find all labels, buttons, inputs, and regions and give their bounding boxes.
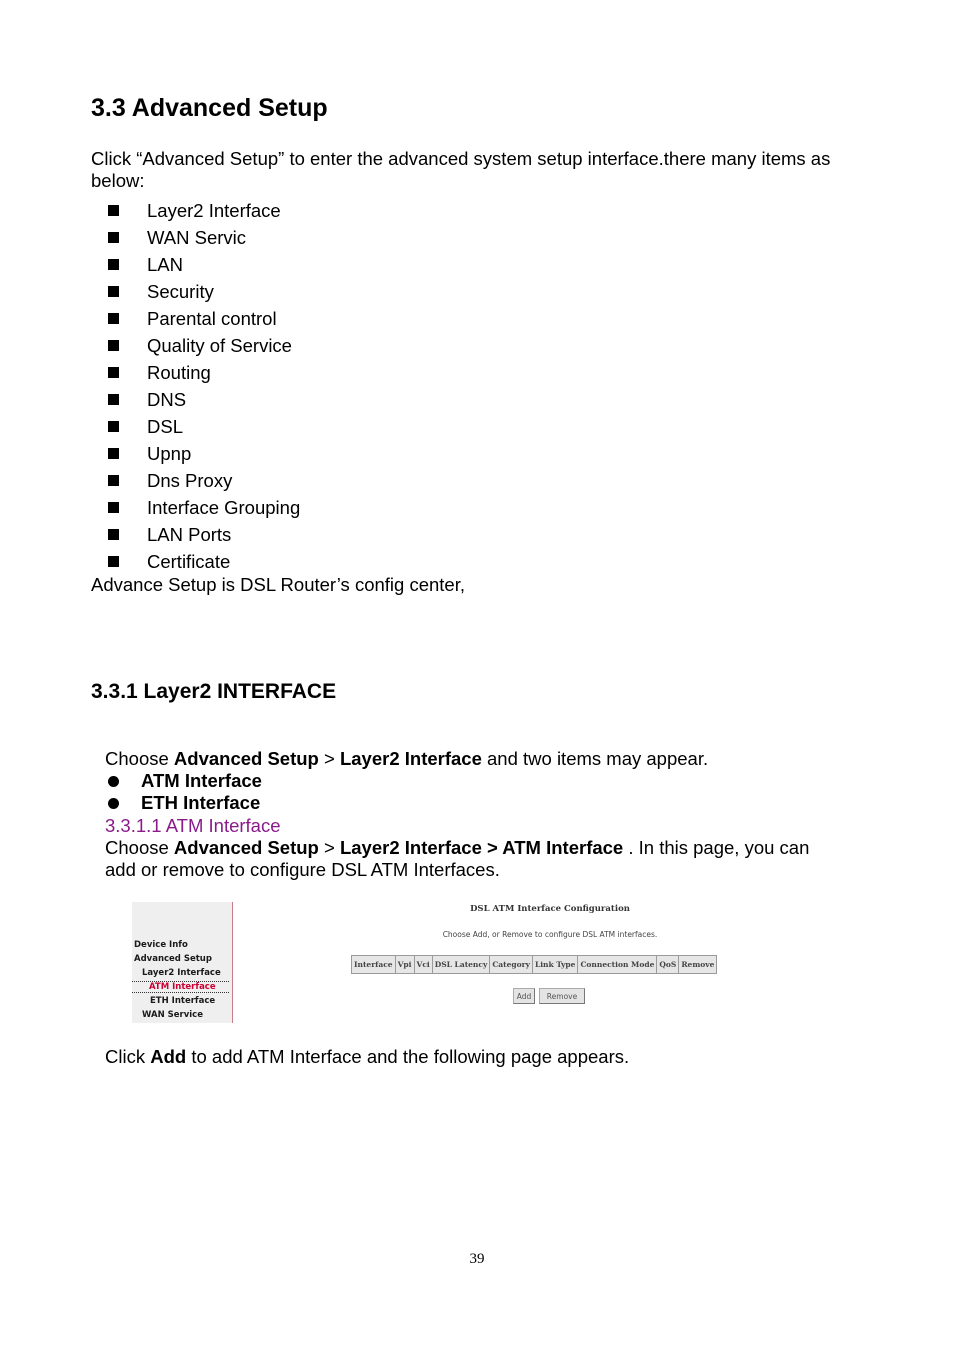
- list-item: Layer2 Interface: [108, 197, 300, 224]
- square-bullet-icon: [108, 313, 119, 324]
- square-bullet-icon: [108, 529, 119, 540]
- remove-button[interactable]: Remove: [539, 988, 585, 1004]
- sidebar-item-atm-interface[interactable]: ATM Interface: [132, 981, 229, 993]
- list-item: Parental control: [108, 305, 300, 332]
- square-bullet-icon: [108, 394, 119, 405]
- list-item: LAN: [108, 251, 300, 278]
- column-header: Interface: [351, 955, 396, 974]
- subsection-title: 3.3.1 Layer2 INTERFACE: [91, 680, 337, 703]
- square-bullet-icon: [108, 259, 119, 270]
- square-bullet-icon: [108, 475, 119, 486]
- choose-instruction: Choose Advanced Setup > Layer2 Interface…: [105, 748, 709, 769]
- subsubsection-title: 3.3.1.1 ATM Interface: [105, 815, 281, 836]
- square-bullet-icon: [108, 286, 119, 297]
- column-header: DSL Latency: [431, 955, 491, 974]
- click-add-instruction: Click Add to add ATM Interface and the f…: [105, 1046, 630, 1067]
- sidebar-item-eth-interface[interactable]: ETH Interface: [150, 996, 215, 1006]
- square-bullet-icon: [108, 232, 119, 243]
- list-item: Quality of Service: [108, 332, 300, 359]
- square-bullet-icon: [108, 367, 119, 378]
- config-description: Choose Add, or Remove to configure DSL A…: [442, 930, 658, 939]
- list-item: DNS: [108, 386, 300, 413]
- list-item: Interface Grouping: [108, 494, 300, 521]
- column-header: Vci: [413, 955, 433, 974]
- intro-paragraph: Click “Advanced Setup” to enter the adva…: [91, 148, 831, 191]
- list-item: Certificate: [108, 548, 300, 575]
- list-item: DSL: [108, 413, 300, 440]
- advanced-setup-note: Advance Setup is DSL Router’s config cen…: [91, 574, 465, 595]
- add-button[interactable]: Add: [513, 988, 535, 1004]
- list-item: Routing: [108, 359, 300, 386]
- page-number: 39: [469, 1251, 485, 1267]
- square-bullet-icon: [108, 448, 119, 459]
- list-item: Upnp: [108, 440, 300, 467]
- round-bullet-icon: [108, 775, 119, 787]
- layer2-items: ATM Interface ETH Interface: [108, 770, 262, 814]
- square-bullet-icon: [108, 340, 119, 351]
- list-item: LAN Ports: [108, 521, 300, 548]
- section-title: 3.3 Advanced Setup: [91, 94, 328, 122]
- column-header: QoS: [656, 955, 680, 974]
- list-item: Security: [108, 278, 300, 305]
- sidebar-item-device-info[interactable]: Device Info: [134, 940, 188, 950]
- column-header: Remove: [678, 955, 718, 974]
- sidebar-item-wan-service[interactable]: WAN Service: [142, 1010, 203, 1020]
- sidebar-item-advanced-setup[interactable]: Advanced Setup: [134, 954, 212, 964]
- square-bullet-icon: [108, 556, 119, 567]
- atm-instruction: Choose Advanced Setup > Layer2 Interface…: [105, 837, 810, 880]
- square-bullet-icon: [108, 502, 119, 513]
- list-item: ETH Interface: [108, 792, 262, 814]
- column-header: Category: [489, 955, 533, 974]
- round-bullet-icon: [108, 797, 119, 809]
- list-item: ATM Interface: [108, 770, 262, 792]
- square-bullet-icon: [108, 205, 119, 216]
- list-item: WAN Servic: [108, 224, 300, 251]
- config-title: DSL ATM Interface Configuration: [470, 904, 630, 914]
- list-item: Dns Proxy: [108, 467, 300, 494]
- atm-interface-table: Interface Vpi Vci DSL Latency Category L…: [351, 955, 718, 974]
- column-header: Link Type: [531, 955, 579, 974]
- column-header: Connection Mode: [577, 955, 658, 974]
- column-header: Vpi: [394, 955, 415, 974]
- table-header-row: Interface Vpi Vci DSL Latency Category L…: [351, 955, 718, 974]
- screenshot-sidebar: Device Info Advanced Setup Layer2 Interf…: [132, 902, 233, 1023]
- square-bullet-icon: [108, 421, 119, 432]
- advanced-setup-items: Layer2 Interface WAN Servic LAN Security…: [108, 197, 300, 575]
- sidebar-item-layer2-interface[interactable]: Layer2 Interface: [142, 968, 221, 978]
